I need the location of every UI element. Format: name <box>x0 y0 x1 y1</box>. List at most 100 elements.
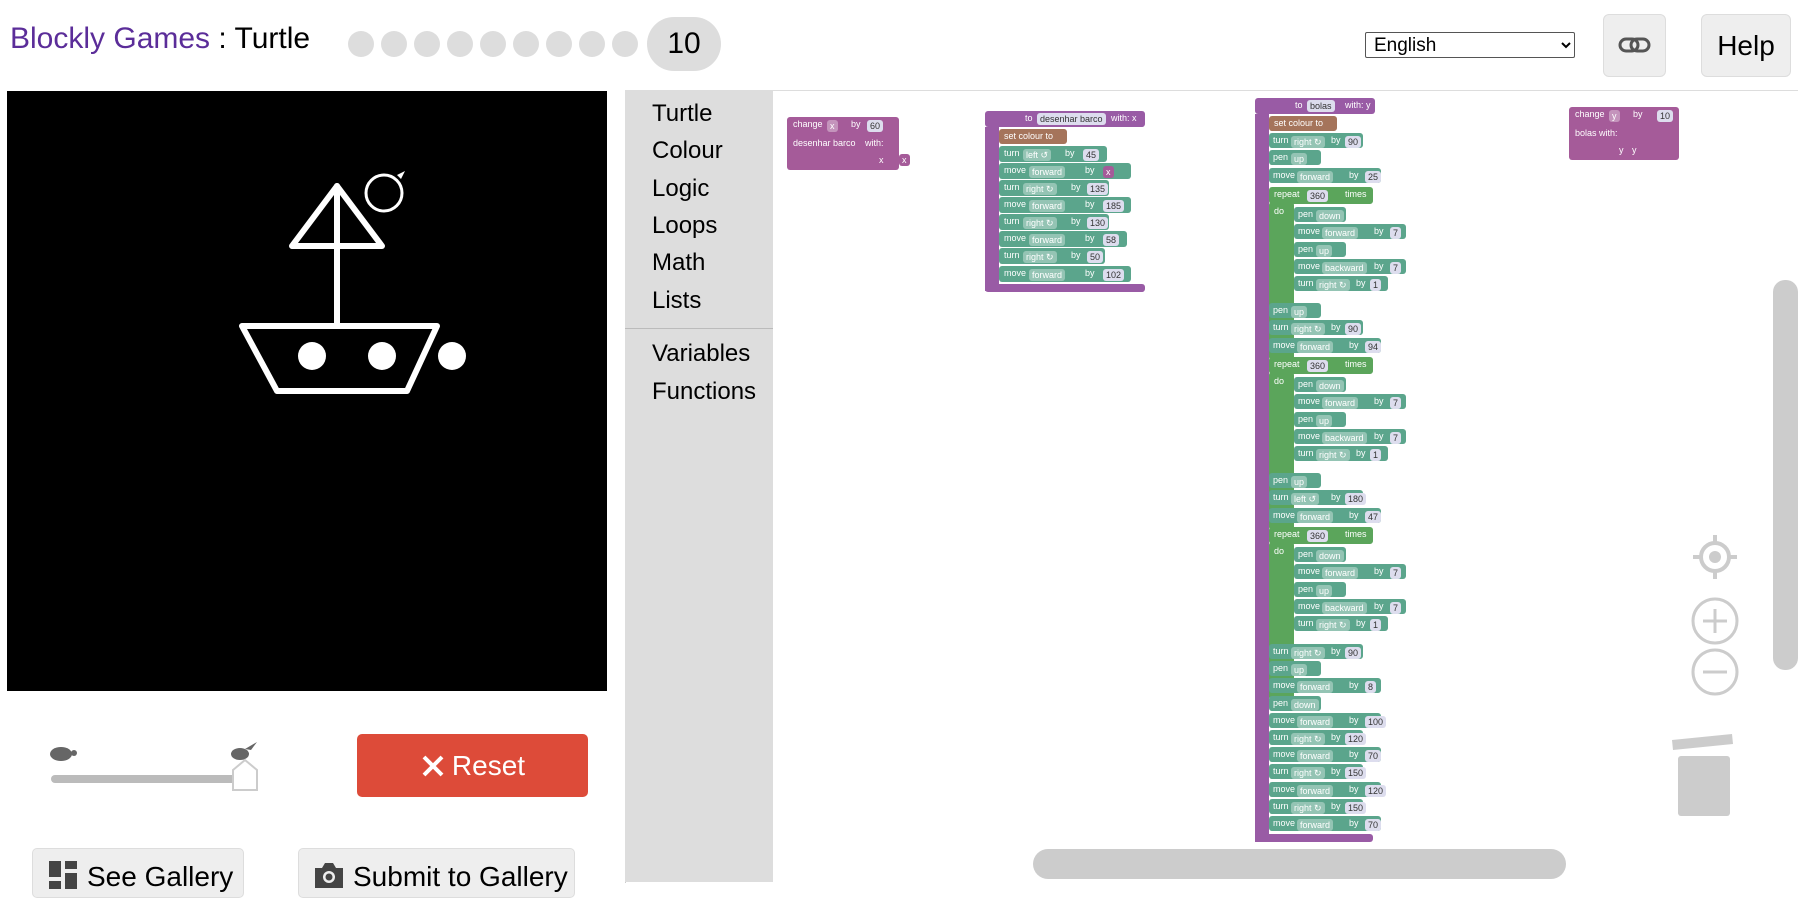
option-dropdown[interactable]: forward <box>1322 567 1359 579</box>
number-field[interactable]: 1 <box>1370 279 1382 291</box>
number-field[interactable]: 130 <box>1087 217 1109 229</box>
option-dropdown[interactable]: forward <box>1297 716 1334 728</box>
number-field[interactable]: 90 <box>1345 647 1362 659</box>
turtle-block[interactable]: turn right ↻ by 150 <box>1269 764 1367 779</box>
turtle-block[interactable]: turn right ↻ by 50 <box>999 248 1105 264</box>
turtle-block[interactable]: move forward by 94 <box>1269 338 1382 353</box>
direction-dropdown[interactable]: forward <box>1029 234 1066 246</box>
level-dot-7[interactable] <box>546 31 572 57</box>
option-dropdown[interactable]: right ↻ <box>1291 802 1325 814</box>
var-dropdown[interactable]: y <box>1629 144 1640 156</box>
turtle-block[interactable]: move backward by 7 <box>1294 259 1406 274</box>
var-dropdown[interactable]: y <box>1609 110 1620 122</box>
turtle-block[interactable]: move forward by 100 <box>1269 713 1387 728</box>
turtle-block[interactable]: turn right ↻ by 90 <box>1269 320 1363 335</box>
number-field[interactable]: 185 <box>1103 200 1125 212</box>
option-dropdown[interactable]: up <box>1316 245 1333 257</box>
toolbox-item-functions[interactable]: Functions <box>652 378 756 406</box>
number-field[interactable]: 45 <box>1083 149 1100 161</box>
number-field[interactable]: 8 <box>1365 681 1377 693</box>
toolbox-item-colour[interactable]: Colour <box>652 137 723 165</box>
horizontal-scrollbar[interactable] <box>1033 849 1566 879</box>
turtle-block[interactable]: pen down <box>1294 547 1346 562</box>
option-dropdown[interactable]: forward <box>1297 819 1334 831</box>
number-field[interactable]: 47 <box>1365 511 1382 523</box>
set-colour-block[interactable]: set colour to <box>1269 116 1337 131</box>
option-dropdown[interactable]: forward <box>1297 681 1334 693</box>
language-select[interactable]: English <box>1365 32 1575 58</box>
number-field[interactable]: 7 <box>1390 262 1402 274</box>
toolbox-item-math[interactable]: Math <box>652 249 705 277</box>
turtle-block[interactable]: pen up <box>1269 303 1321 318</box>
direction-dropdown[interactable]: forward <box>1029 269 1066 281</box>
var-dropdown[interactable]: x <box>899 154 910 166</box>
direction-dropdown[interactable]: forward <box>1029 200 1066 212</box>
turtle-block[interactable]: move forward by 70 <box>1269 816 1382 831</box>
direction-dropdown[interactable]: right ↻ <box>1023 183 1057 195</box>
option-dropdown[interactable]: up <box>1291 306 1308 318</box>
option-dropdown[interactable]: forward <box>1297 511 1334 523</box>
turtle-block[interactable]: turn right ↻ by 130 <box>999 214 1109 230</box>
option-dropdown[interactable]: right ↻ <box>1316 449 1350 461</box>
number-field[interactable]: 25 <box>1365 171 1382 183</box>
option-dropdown[interactable]: down <box>1316 550 1344 562</box>
number-field[interactable]: 360 <box>1307 530 1329 542</box>
toolbox-item-variables[interactable]: Variables <box>652 340 750 368</box>
level-dot-3[interactable] <box>414 31 440 57</box>
zoom-in-icon[interactable] <box>1690 596 1740 651</box>
option-dropdown[interactable]: left ↺ <box>1291 493 1320 505</box>
reset-button[interactable]: Reset <box>357 734 588 797</box>
option-dropdown[interactable]: up <box>1291 153 1308 165</box>
turtle-block[interactable]: turn right ↻ by 150 <box>1269 799 1367 814</box>
option-dropdown[interactable]: forward <box>1297 341 1334 353</box>
zoom-out-icon[interactable] <box>1690 647 1740 702</box>
direction-dropdown[interactable]: forward <box>1029 166 1066 178</box>
turtle-block[interactable]: turn right ↻ by 1 <box>1294 446 1388 461</box>
number-field[interactable]: 150 <box>1345 802 1367 814</box>
direction-dropdown[interactable]: right ↻ <box>1023 217 1057 229</box>
option-dropdown[interactable]: right ↻ <box>1316 619 1350 631</box>
number-field[interactable]: 60 <box>867 120 884 132</box>
level-dot-1[interactable] <box>348 31 374 57</box>
turtle-block[interactable]: turn right ↻ by 1 <box>1294 276 1388 291</box>
level-dot-2[interactable] <box>381 31 407 57</box>
turtle-block[interactable]: move forward by 7 <box>1294 394 1406 409</box>
speed-slider[interactable] <box>45 740 265 800</box>
turtle-block[interactable]: move forward by x <box>999 163 1131 179</box>
turtle-block[interactable]: move forward by 25 <box>1269 168 1382 183</box>
option-dropdown[interactable]: right ↻ <box>1291 647 1325 659</box>
option-dropdown[interactable]: up <box>1291 664 1308 676</box>
turtle-block[interactable]: pen up <box>1269 661 1321 676</box>
toolbox-item-lists[interactable]: Lists <box>652 287 701 315</box>
number-field[interactable]: 100 <box>1365 716 1387 728</box>
turtle-block[interactable]: pen up <box>1294 412 1346 427</box>
turtle-block[interactable]: pen down <box>1294 207 1346 222</box>
see-gallery-button[interactable]: See Gallery <box>32 848 244 898</box>
submit-gallery-button[interactable]: Submit to Gallery <box>298 848 575 898</box>
turtle-block[interactable]: move forward by 185 <box>999 197 1131 213</box>
turtle-block[interactable]: pen up <box>1269 473 1321 488</box>
level-current[interactable]: 10 <box>647 17 721 71</box>
toolbox-item-logic[interactable]: Logic <box>652 175 709 203</box>
function-name-field[interactable]: desenhar barco <box>1037 113 1106 125</box>
recenter-icon[interactable] <box>1690 532 1740 587</box>
block-change-x[interactable]: change x by 60 desenhar barco with: x x <box>787 117 910 170</box>
number-field[interactable]: 1 <box>1370 449 1382 461</box>
option-dropdown[interactable]: forward <box>1322 397 1359 409</box>
option-dropdown[interactable]: up <box>1291 476 1308 488</box>
help-button[interactable]: Help <box>1701 14 1791 77</box>
number-field[interactable]: 7 <box>1390 567 1402 579</box>
app-name-link[interactable]: Blockly Games <box>10 22 210 55</box>
number-field[interactable]: 90 <box>1345 136 1362 148</box>
set-colour-block[interactable]: set colour to <box>999 129 1067 144</box>
option-dropdown[interactable]: forward <box>1297 785 1334 797</box>
number-field[interactable]: 7 <box>1390 227 1402 239</box>
link-button[interactable] <box>1603 14 1666 77</box>
number-field[interactable]: 135 <box>1087 183 1109 195</box>
level-dot-5[interactable] <box>480 31 506 57</box>
option-dropdown[interactable]: right ↻ <box>1291 733 1325 745</box>
number-field[interactable]: 120 <box>1345 733 1367 745</box>
trash-icon[interactable] <box>1670 730 1738 823</box>
number-field[interactable]: 7 <box>1390 432 1402 444</box>
turtle-block[interactable]: turn right ↻ by 1 <box>1294 616 1388 631</box>
